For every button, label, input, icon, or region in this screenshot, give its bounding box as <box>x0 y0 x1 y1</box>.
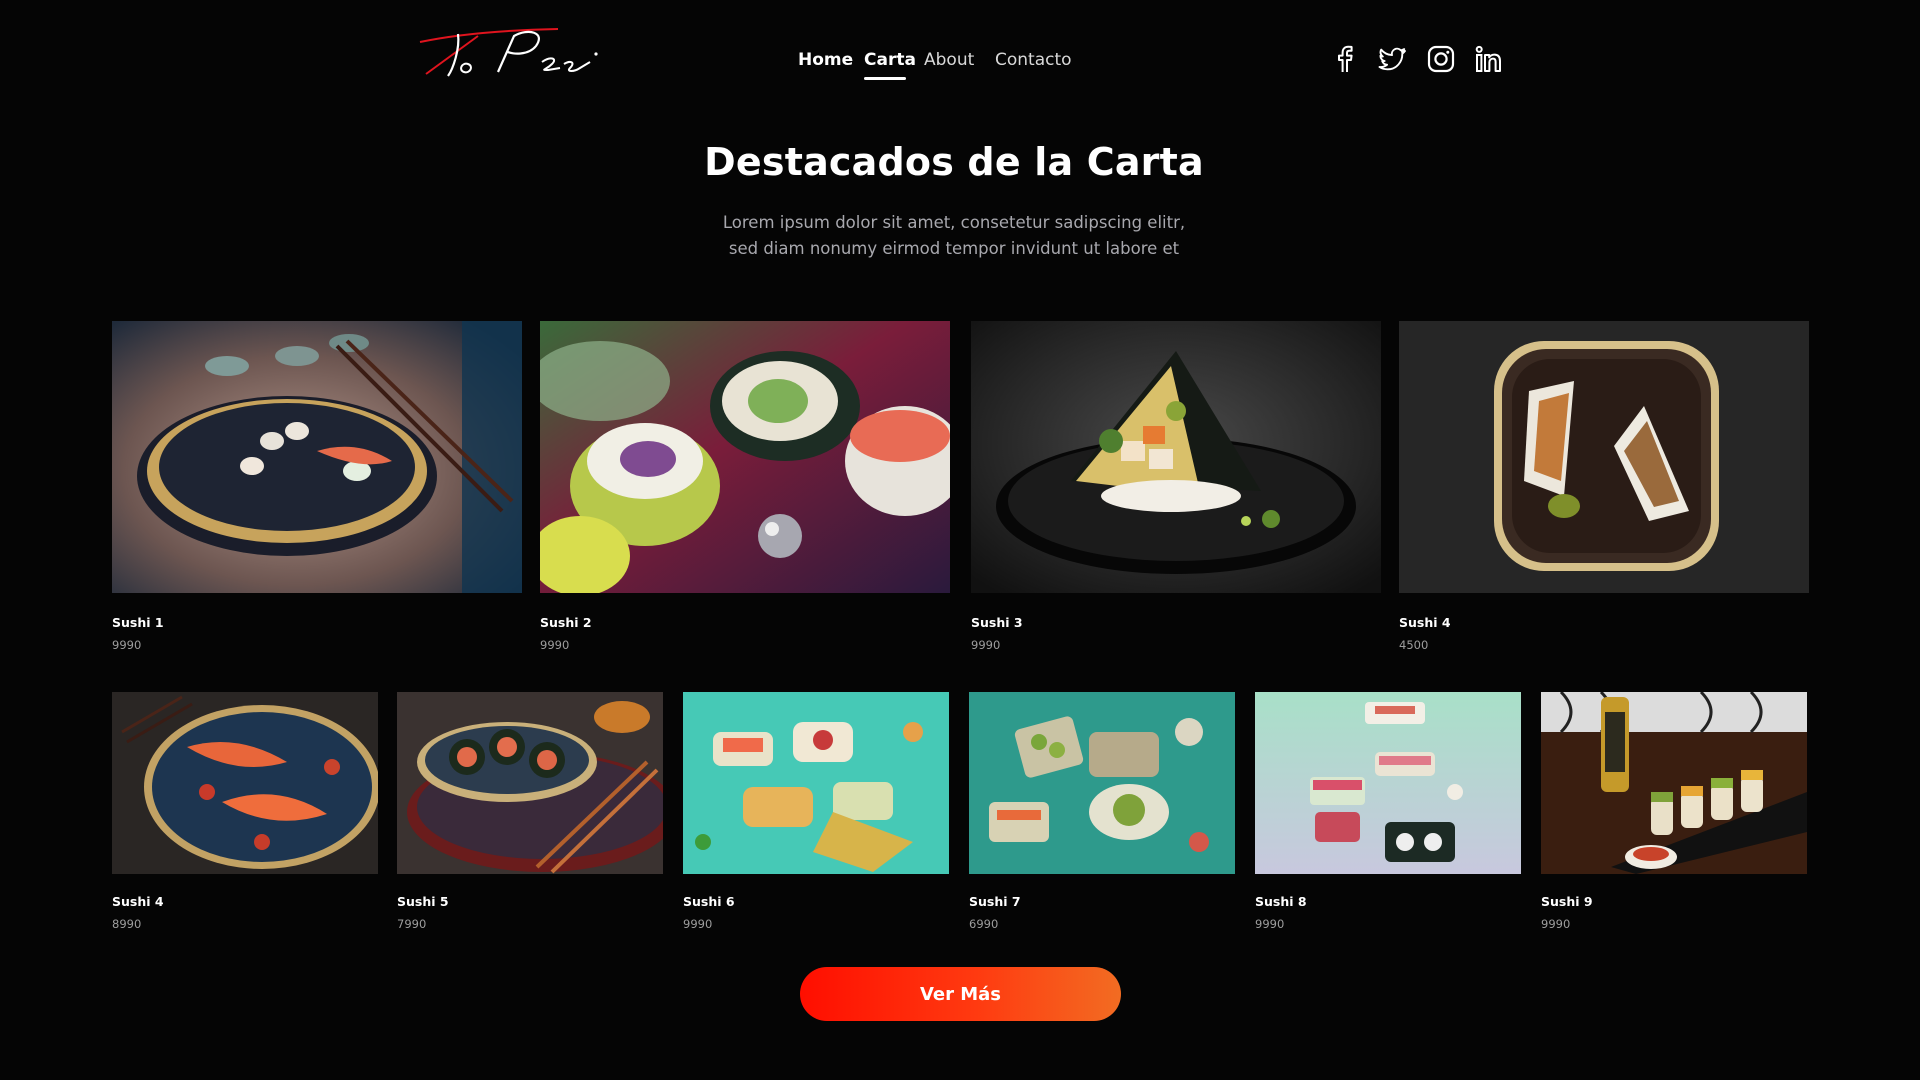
twitter-icon[interactable] <box>1378 44 1408 74</box>
nav-contacto[interactable]: Contacto <box>995 47 1072 73</box>
dish-price: 7990 <box>397 917 427 931</box>
dish-name: Sushi 3 <box>971 615 1023 630</box>
dish-image[interactable] <box>397 692 663 874</box>
logo-signature <box>419 28 598 77</box>
dish-name: Sushi 9 <box>1541 894 1593 909</box>
dish-price: 9990 <box>1255 917 1285 931</box>
dish-price: 9990 <box>971 638 1001 652</box>
section-title: Destacados de la Carta <box>704 140 1204 184</box>
dish-price: 8990 <box>112 917 142 931</box>
instagram-icon[interactable] <box>1426 44 1456 74</box>
subtitle-line-2: sed diam nonumy eirmod tempor invidunt u… <box>728 239 1180 258</box>
dish-image[interactable] <box>1399 321 1809 593</box>
dish-price: 6990 <box>969 917 999 931</box>
nav-home[interactable]: Home <box>798 47 853 73</box>
dish-name: Sushi 4 <box>112 894 164 909</box>
dish-price: 9990 <box>112 638 142 652</box>
menu-card[interactable]: Sushi 8 9990 <box>1255 692 1521 931</box>
menu-card[interactable]: Sushi 4 4500 <box>1399 321 1809 652</box>
dish-price: 4500 <box>1399 638 1429 652</box>
dish-price: 9990 <box>1541 917 1571 931</box>
subtitle-line-1: Lorem ipsum dolor sit amet, consetetur s… <box>722 213 1186 232</box>
menu-card[interactable]: Sushi 5 7990 <box>397 692 663 931</box>
linkedin-icon[interactable] <box>1474 44 1504 74</box>
dish-name: Sushi 6 <box>683 894 735 909</box>
menu-card[interactable]: Sushi 7 6990 <box>969 692 1235 931</box>
ver-mas-button[interactable]: Ver Más <box>800 967 1121 1021</box>
facebook-icon[interactable] <box>1330 44 1360 74</box>
dish-price: 9990 <box>683 917 713 931</box>
section-subtitle: Lorem ipsum dolor sit amet, consetetur s… <box>704 210 1204 262</box>
dish-name: Sushi 4 <box>1399 615 1451 630</box>
dish-image[interactable] <box>112 692 378 874</box>
dish-name: Sushi 7 <box>969 894 1021 909</box>
dish-name: Sushi 1 <box>112 615 164 630</box>
dish-name: Sushi 2 <box>540 615 592 630</box>
menu-card[interactable]: Sushi 6 9990 <box>683 692 949 931</box>
dish-image[interactable] <box>971 321 1381 593</box>
dish-image[interactable] <box>969 692 1235 874</box>
site-header: Home Carta About Contacto <box>0 0 1920 120</box>
dish-image[interactable] <box>540 321 950 593</box>
nav-about[interactable]: About <box>924 47 974 73</box>
dish-price: 9990 <box>540 638 570 652</box>
nav-carta[interactable]: Carta <box>864 47 916 73</box>
dish-image[interactable] <box>112 321 522 593</box>
dish-name: Sushi 5 <box>397 894 449 909</box>
dish-name: Sushi 8 <box>1255 894 1307 909</box>
menu-card[interactable]: Sushi 3 9990 <box>971 321 1381 652</box>
menu-card[interactable]: Sushi 1 9990 <box>112 321 522 652</box>
menu-card[interactable]: Sushi 9 9990 <box>1541 692 1807 931</box>
menu-card[interactable]: Sushi 4 8990 <box>112 692 378 931</box>
logo[interactable] <box>418 24 604 84</box>
active-nav-indicator <box>864 77 906 80</box>
dish-image[interactable] <box>1255 692 1521 874</box>
dish-image[interactable] <box>683 692 949 874</box>
dish-image[interactable] <box>1541 692 1807 874</box>
social-links <box>1330 44 1506 78</box>
menu-card[interactable]: Sushi 2 9990 <box>540 321 950 652</box>
